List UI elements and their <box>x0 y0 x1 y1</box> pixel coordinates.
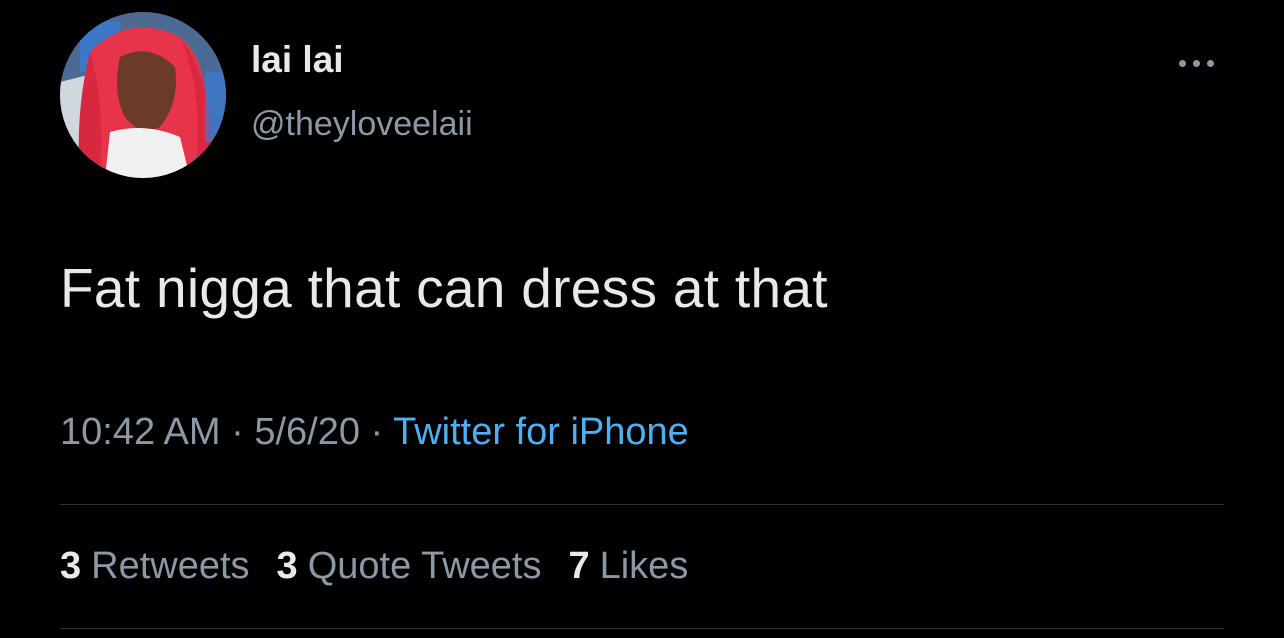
quote-tweets-stat[interactable]: 3 Quote Tweets <box>277 547 542 585</box>
tweet-detail: lai lai @theyloveelaii Fat nigga that ca… <box>0 0 1284 638</box>
tweet-source-link[interactable]: Twitter for iPhone <box>393 411 689 453</box>
meta-separator: · <box>220 411 255 453</box>
tweet-date[interactable]: 5/6/20 <box>254 411 360 453</box>
likes-count: 7 <box>568 545 590 587</box>
retweets-stat[interactable]: 3 Retweets <box>60 547 250 585</box>
likes-stat[interactable]: 7 Likes <box>568 547 688 585</box>
likes-label: Likes <box>599 545 689 587</box>
engagement-stats: 3 Retweets 3 Quote Tweets 7 Likes <box>60 547 688 585</box>
avatar-image <box>60 12 226 178</box>
more-options-icon-dot <box>1192 59 1200 67</box>
divider <box>60 504 1224 505</box>
tweet-metadata: 10:42 AM · 5/6/20 · Twitter for iPhone <box>60 413 689 451</box>
quote-tweets-label: Quote Tweets <box>307 545 542 587</box>
divider <box>60 628 1224 629</box>
user-handle[interactable]: @theyloveelaii <box>251 107 473 141</box>
more-options-icon-dot <box>1206 59 1214 67</box>
tweet-time[interactable]: 10:42 AM <box>60 411 221 453</box>
retweets-label: Retweets <box>91 545 250 587</box>
quote-tweets-count: 3 <box>276 545 298 587</box>
display-name[interactable]: lai lai <box>251 41 344 78</box>
tweet-text: Fat nigga that can dress at that <box>60 257 828 319</box>
meta-separator: · <box>360 411 394 453</box>
retweets-count: 3 <box>60 545 82 587</box>
more-options-icon <box>1178 59 1186 67</box>
more-options-button[interactable] <box>1166 48 1226 78</box>
avatar[interactable] <box>60 12 226 178</box>
